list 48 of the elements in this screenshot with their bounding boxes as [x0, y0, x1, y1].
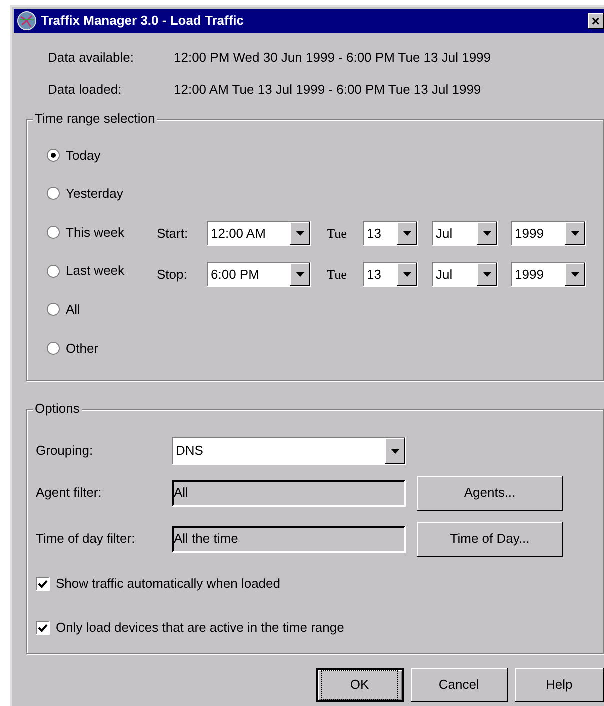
dropdown-field[interactable]: Jul — [432, 262, 498, 287]
radio-label: Last week — [66, 262, 125, 280]
range-label: Stop: — [157, 266, 188, 284]
weekday-label: Tue — [326, 266, 348, 284]
dropdown-field[interactable]: 1999 — [511, 262, 586, 287]
checkbox[interactable] — [36, 577, 50, 591]
info-label: Data available: — [48, 49, 135, 68]
dropdown-field[interactable]: 6:00 PM — [207, 262, 311, 287]
filter-field[interactable]: All — [172, 480, 406, 506]
dropdown-field[interactable]: 1999 — [511, 221, 586, 246]
window-title: Traffix Manager 3.0 - Load Traffic — [41, 12, 245, 30]
radio-button[interactable] — [47, 264, 60, 278]
weekday-label: Tue — [326, 224, 348, 243]
range-label: Start: — [157, 224, 190, 243]
radio-button[interactable] — [47, 342, 60, 355]
checkbox[interactable] — [36, 621, 50, 635]
dropdown-field[interactable]: 13 — [363, 262, 418, 287]
filter-field[interactable]: All the time — [172, 526, 406, 552]
radio-button[interactable] — [47, 187, 60, 200]
radio-label: Today — [66, 146, 101, 165]
filter-button[interactable]: Time of Day... — [417, 522, 563, 556]
checkbox-label: Only load devices that are active in the time range — [56, 619, 344, 638]
field-label: Grouping: — [36, 442, 94, 460]
dropdown-field[interactable]: 12:00 AM — [207, 221, 311, 246]
group-title: Options — [33, 401, 82, 417]
dialog-button[interactable]: Cancel — [410, 668, 508, 702]
dialog-button[interactable]: OK — [316, 668, 404, 702]
info-value: 12:00 AM Tue 13 Jul 1999 - 6:00 PM Tue 13 Jul 1999 — [174, 81, 482, 100]
radio-label: Yesterday — [66, 185, 124, 204]
close-button[interactable]: × — [588, 13, 604, 29]
globe-icon — [16, 11, 38, 31]
checkbox-label: Show traffic automatically when loaded — [56, 575, 280, 594]
info-label: Data loaded: — [48, 81, 123, 100]
radio-label: Other — [66, 340, 99, 358]
radio-button[interactable] — [47, 303, 60, 316]
field-label: Agent filter: — [36, 484, 103, 502]
dropdown-field[interactable]: Jul — [432, 221, 498, 246]
group-title: Time range selection — [33, 111, 158, 127]
info-value: 12:00 PM Wed 30 Jun 1999 - 6:00 PM Tue 13 Jul 1999 — [174, 49, 492, 68]
radio-label: All — [66, 300, 80, 319]
grouping-dropdown[interactable]: DNS — [172, 437, 406, 465]
radio-label: This week — [66, 224, 125, 242]
dialog-button[interactable]: Help — [514, 668, 604, 702]
radio-button[interactable] — [47, 148, 60, 162]
field-label: Time of day filter: — [36, 530, 136, 548]
dropdown-field[interactable]: 13 — [363, 221, 418, 246]
radio-button[interactable] — [47, 226, 60, 239]
filter-button[interactable]: Agents... — [417, 476, 563, 510]
